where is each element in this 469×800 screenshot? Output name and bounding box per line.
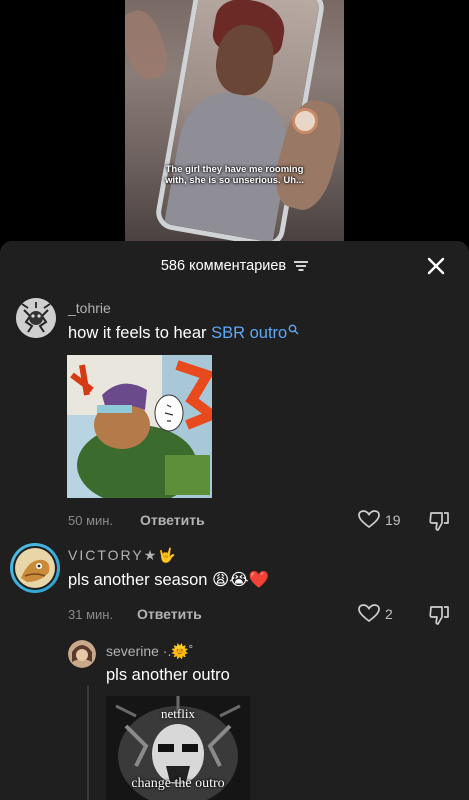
heart-icon <box>358 510 380 529</box>
reply-button[interactable]: Ответить <box>137 606 202 622</box>
search-icon <box>288 324 299 335</box>
like-button[interactable]: 2 <box>358 604 393 623</box>
video-frame: The girl they have me rooming with, she … <box>125 0 344 241</box>
video-nails <box>292 108 318 134</box>
video-caption: The girl they have me rooming with, she … <box>165 164 304 186</box>
reply-thread-line <box>87 686 89 800</box>
like-count: 19 <box>385 511 401 528</box>
comments-header: 586 комментариев <box>0 241 469 291</box>
comment-text: pls another season 😩😭❤️ <box>68 571 270 589</box>
comments-title[interactable]: 586 комментариев <box>0 258 469 274</box>
comment-text: how it feels to hear SBR outro <box>68 324 299 343</box>
avatar-with-story-ring[interactable] <box>10 543 60 593</box>
comment-image[interactable] <box>67 355 212 498</box>
reply-button[interactable]: Ответить <box>140 512 205 528</box>
avatar-art-icon <box>16 298 56 338</box>
avatar[interactable] <box>68 640 96 668</box>
meme-text-top: netflix <box>161 706 195 721</box>
username[interactable]: VICTORY★🤟 <box>68 547 178 564</box>
dislike-icon[interactable] <box>428 604 450 626</box>
comment-time: 50 мин. <box>68 513 114 528</box>
dislike-icon[interactable] <box>428 510 450 532</box>
comment-time: 31 мин. <box>68 607 114 622</box>
avatar-art-icon <box>15 548 55 588</box>
sort-filter-icon[interactable] <box>294 260 309 272</box>
avatar[interactable] <box>16 298 56 338</box>
comment-text: pls another outro <box>106 666 230 684</box>
reply-image[interactable]: netflix change the outro <box>106 696 250 800</box>
meme-text-bottom: change the outro <box>131 776 225 791</box>
manga-panel-image <box>67 355 212 498</box>
close-icon[interactable] <box>425 255 447 277</box>
username[interactable]: _tohrie <box>68 300 111 316</box>
search-link[interactable]: SBR outro <box>211 324 299 342</box>
username[interactable]: severine ·.🌞˚ <box>106 643 193 660</box>
heart-icon <box>358 604 380 623</box>
video-player[interactable]: The girl they have me rooming with, she … <box>0 0 469 241</box>
video-hand <box>125 5 174 85</box>
avatar-art-icon <box>68 640 96 668</box>
like-count: 2 <box>385 605 393 622</box>
like-button[interactable]: 19 <box>358 510 401 529</box>
